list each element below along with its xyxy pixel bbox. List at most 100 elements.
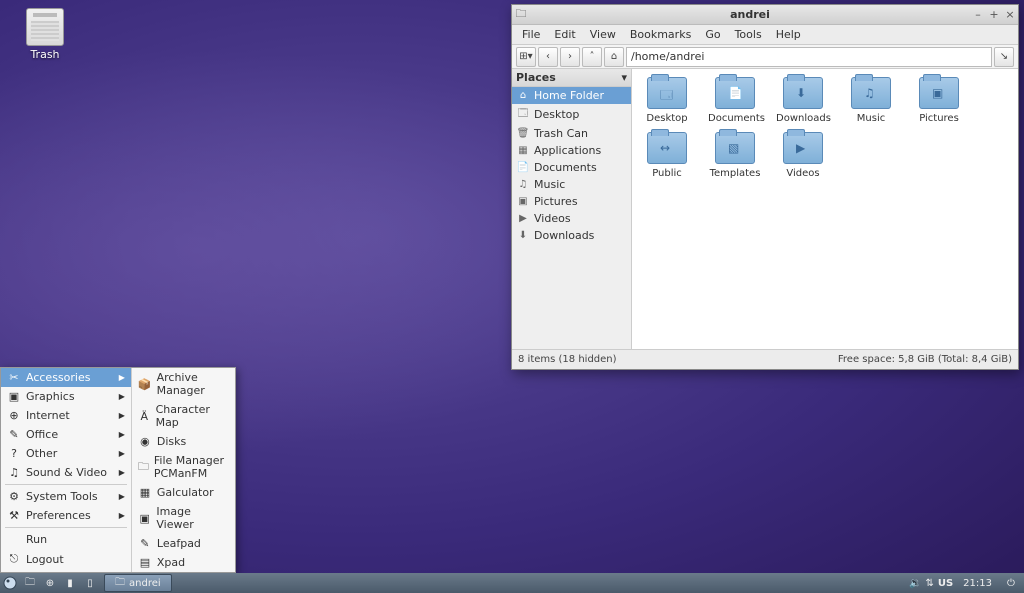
network-icon[interactable]: ⇅ bbox=[925, 578, 933, 589]
applications-icon: ▦ bbox=[516, 145, 530, 156]
file-manager-window: 🗀 andrei – + × File Edit View Bookmarks … bbox=[511, 4, 1019, 370]
start-button[interactable] bbox=[0, 573, 20, 593]
quick-launch-browser[interactable]: ⊕ bbox=[40, 573, 60, 593]
trash-can-icon: 🗑 bbox=[516, 128, 530, 139]
menu-view[interactable]: View bbox=[584, 26, 622, 43]
close-button[interactable]: × bbox=[1002, 8, 1018, 21]
submenu-item-image-viewer[interactable]: ▣Image Viewer bbox=[132, 502, 235, 534]
folder-icon: ▶ bbox=[783, 132, 823, 164]
path-bar[interactable]: /home/andrei bbox=[626, 47, 992, 67]
submenu-item-character-map[interactable]: ÄCharacter Map bbox=[132, 400, 235, 432]
sidebar-item-applications[interactable]: ▦Applications bbox=[512, 142, 631, 159]
fm-toolbar: ⊞▾ ‹ › ˄ ⌂ /home/andrei ↘ bbox=[512, 45, 1018, 69]
menu-icon: ⊕ bbox=[7, 409, 21, 422]
menu-icon: ⚙ bbox=[7, 490, 21, 503]
menu-icon: ▣ bbox=[138, 512, 152, 525]
menu-tools[interactable]: Tools bbox=[729, 26, 768, 43]
menu-category-sound-video[interactable]: ♫Sound & Video▶ bbox=[1, 463, 131, 482]
sidebar-item-documents[interactable]: 📄Documents bbox=[512, 159, 631, 176]
sidebar-item-home-folder[interactable]: ⌂Home Folder bbox=[512, 87, 631, 104]
power-button[interactable]: ⏻ bbox=[1002, 578, 1020, 589]
folder-music[interactable]: ♫Music bbox=[844, 77, 898, 124]
documents-icon: 📄 bbox=[516, 162, 530, 173]
menu-file[interactable]: File bbox=[516, 26, 546, 43]
chevron-right-icon: ▶ bbox=[119, 373, 125, 382]
chevron-right-icon: ▶ bbox=[119, 411, 125, 420]
sidebar-item-music[interactable]: ♫Music bbox=[512, 176, 631, 193]
menu-icon: ✎ bbox=[138, 537, 152, 550]
menu-category-internet[interactable]: ⊕Internet▶ bbox=[1, 406, 131, 425]
menu-help[interactable]: Help bbox=[770, 26, 807, 43]
folder-desktop[interactable]: 🗔Desktop bbox=[640, 77, 694, 124]
desktop-trash[interactable]: Trash bbox=[20, 8, 70, 61]
folder-icon: 🗔 bbox=[647, 77, 687, 109]
fm-menubar: File Edit View Bookmarks Go Tools Help bbox=[512, 25, 1018, 45]
go-button[interactable]: ↘ bbox=[994, 47, 1014, 67]
taskbar: 🗀 ⊕ ▮ ▯ 🗀 andrei 🔉 ⇅ US 21:13 ⏻ bbox=[0, 573, 1024, 593]
pager-2[interactable]: ▯ bbox=[80, 573, 100, 593]
music-icon: ♫ bbox=[516, 179, 530, 190]
menu-edit[interactable]: Edit bbox=[548, 26, 581, 43]
maximize-button[interactable]: + bbox=[986, 8, 1002, 21]
up-button[interactable]: ˄ bbox=[582, 47, 602, 67]
menu-category-other[interactable]: ?Other▶ bbox=[1, 444, 131, 463]
sidebar-header[interactable]: Places ▾ bbox=[512, 69, 631, 87]
downloads-icon: ⬇ bbox=[516, 230, 530, 241]
menu-icon: ▤ bbox=[138, 556, 152, 569]
pictures-icon: ▣ bbox=[516, 196, 530, 207]
folder-icon: 🗀 bbox=[115, 575, 125, 592]
folder-templates[interactable]: ▧Templates bbox=[708, 132, 762, 179]
menu-icon: ? bbox=[7, 447, 21, 460]
start-menu: ✂Accessories▶▣Graphics▶⊕Internet▶✎Office… bbox=[0, 367, 236, 573]
menu-action-logout[interactable]: ⎋Logout bbox=[1, 549, 131, 569]
menu-go[interactable]: Go bbox=[699, 26, 726, 43]
menu-icon: ▦ bbox=[138, 486, 152, 499]
quick-launch-fm[interactable]: 🗀 bbox=[20, 573, 40, 593]
submenu-item-file-manager-pcmanfm[interactable]: 🗀File Manager PCManFM bbox=[132, 451, 235, 483]
sidebar-item-desktop[interactable]: 🗔Desktop bbox=[512, 104, 631, 125]
fm-folder-view[interactable]: 🗔Desktop 📄Documents ⬇Downloads ♫Music ▣Pictu… bbox=[632, 69, 1018, 349]
menu-bookmarks[interactable]: Bookmarks bbox=[624, 26, 697, 43]
submenu-item-galculator[interactable]: ▦Galculator bbox=[132, 483, 235, 502]
clock[interactable]: 21:13 bbox=[959, 578, 996, 589]
chevron-right-icon: ▶ bbox=[119, 430, 125, 439]
sidebar-item-trash-can[interactable]: 🗑Trash Can bbox=[512, 125, 631, 142]
back-button[interactable]: ‹ bbox=[538, 47, 558, 67]
home-button[interactable]: ⌂ bbox=[604, 47, 624, 67]
sidebar-item-pictures[interactable]: ▣Pictures bbox=[512, 193, 631, 210]
folder-icon: ▣ bbox=[919, 77, 959, 109]
submenu-item-leafpad[interactable]: ✎Leafpad bbox=[132, 534, 235, 553]
menu-icon: Ä bbox=[138, 410, 151, 423]
sidebar-item-downloads[interactable]: ⬇Downloads bbox=[512, 227, 631, 244]
menu-category-graphics[interactable]: ▣Graphics▶ bbox=[1, 387, 131, 406]
folder-documents[interactable]: 📄Documents bbox=[708, 77, 762, 124]
forward-button[interactable]: › bbox=[560, 47, 580, 67]
submenu-item-archive-manager[interactable]: 📦Archive Manager bbox=[132, 368, 235, 400]
fm-titlebar[interactable]: 🗀 andrei – + × bbox=[512, 5, 1018, 25]
taskbar-task-fm[interactable]: 🗀 andrei bbox=[104, 574, 172, 592]
menu-category-accessories[interactable]: ✂Accessories▶ bbox=[1, 368, 131, 387]
status-space: Free space: 5,8 GiB (Total: 8,4 GiB) bbox=[838, 354, 1012, 365]
menu-category-office[interactable]: ✎Office▶ bbox=[1, 425, 131, 444]
desktop-icon: 🗔 bbox=[516, 106, 530, 123]
minimize-button[interactable]: – bbox=[970, 8, 986, 21]
volume-icon[interactable]: 🔉 bbox=[909, 578, 921, 589]
folder-pictures[interactable]: ▣Pictures bbox=[912, 77, 966, 124]
folder-videos[interactable]: ▶Videos bbox=[776, 132, 830, 179]
folder-icon: ⬇ bbox=[783, 77, 823, 109]
trash-label: Trash bbox=[30, 48, 59, 61]
videos-icon: ▶ bbox=[516, 213, 530, 224]
submenu-item-disks[interactable]: ◉Disks bbox=[132, 432, 235, 451]
status-count: 8 items (18 hidden) bbox=[518, 354, 617, 365]
menu-system-preferences[interactable]: ⚒Preferences▶ bbox=[1, 506, 131, 525]
chevron-right-icon: ▶ bbox=[119, 392, 125, 401]
menu-action-run[interactable]: Run bbox=[1, 530, 131, 549]
sidebar-item-videos[interactable]: ▶Videos bbox=[512, 210, 631, 227]
submenu-item-xpad[interactable]: ▤Xpad bbox=[132, 553, 235, 572]
folder-public[interactable]: ↔Public bbox=[640, 132, 694, 179]
new-tab-button[interactable]: ⊞▾ bbox=[516, 47, 536, 67]
folder-downloads[interactable]: ⬇Downloads bbox=[776, 77, 830, 124]
menu-system-system-tools[interactable]: ⚙System Tools▶ bbox=[1, 487, 131, 506]
pager-1[interactable]: ▮ bbox=[60, 573, 80, 593]
keyboard-layout[interactable]: US bbox=[938, 578, 953, 589]
